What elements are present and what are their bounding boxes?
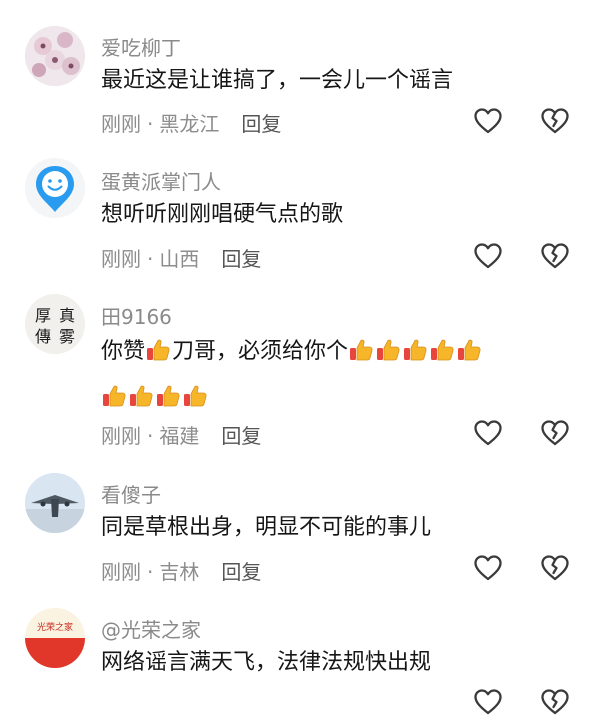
reply-button[interactable]: 回复 bbox=[221, 560, 261, 584]
reply-button[interactable]: 回复 bbox=[221, 424, 261, 448]
like-button[interactable] bbox=[473, 419, 503, 447]
heart-outline-icon bbox=[474, 243, 502, 269]
comment-text: 最近这是让谁搞了，一会儿一个谣言 bbox=[101, 68, 454, 93]
thumbs-up-emoji-icon bbox=[429, 337, 455, 363]
heart-outline-icon bbox=[474, 420, 502, 446]
user-avatar[interactable] bbox=[25, 158, 85, 218]
dislike-button[interactable] bbox=[540, 242, 570, 270]
comment-text-part: 你赞 bbox=[101, 339, 146, 364]
comment-text-part: 刀哥，必须给你个 bbox=[172, 339, 349, 364]
honor-family-avatar-icon: 光荣之家 bbox=[25, 608, 85, 668]
thumbs-up-emoji-icon bbox=[402, 337, 428, 363]
avatar-glyph: 傳 bbox=[35, 327, 51, 346]
comment-list: 爱吃柳丁 最近这是让谁搞了，一会儿一个谣言 刚刚 · 黑龙江 回复 蛋黄派掌门人 想听… bbox=[0, 0, 600, 715]
heart-outline-icon bbox=[474, 108, 502, 134]
avatar-glyph: 厚 bbox=[35, 306, 51, 325]
user-avatar[interactable]: 光荣之家 bbox=[25, 608, 85, 668]
separator-dot: · bbox=[147, 424, 154, 448]
user-avatar[interactable] bbox=[25, 26, 85, 86]
calligraphy-avatar-icon: 厚 真 傳 雾 bbox=[25, 294, 85, 354]
comment-meta: 刚刚 · 黑龙江 回复 bbox=[101, 108, 281, 137]
smiley-avatar-icon bbox=[25, 158, 85, 218]
timestamp: 刚刚 bbox=[101, 424, 141, 448]
separator-dot: · bbox=[147, 112, 154, 136]
thumbs-up-emoji-icon bbox=[155, 383, 181, 409]
comment-meta: 刚刚 · 吉林 回复 bbox=[101, 556, 261, 585]
thumbs-up-emoji-icon bbox=[375, 337, 401, 363]
broken-heart-icon bbox=[541, 243, 569, 269]
separator-dot: · bbox=[147, 560, 154, 584]
location: 黑龙江 bbox=[159, 112, 220, 136]
dislike-button[interactable] bbox=[540, 107, 570, 135]
comment-text: 想听听刚刚唱硬气点的歌 bbox=[101, 202, 344, 227]
dislike-button[interactable] bbox=[540, 419, 570, 447]
like-button[interactable] bbox=[473, 554, 503, 582]
location: 福建 bbox=[159, 424, 200, 448]
avatar-glyph: 真 bbox=[59, 306, 75, 325]
timestamp: 刚刚 bbox=[101, 560, 141, 584]
separator-dot: · bbox=[147, 247, 154, 271]
thumbs-up-emoji-icon bbox=[348, 337, 374, 363]
heart-outline-icon bbox=[474, 555, 502, 581]
like-button[interactable] bbox=[473, 107, 503, 135]
dislike-button[interactable] bbox=[540, 554, 570, 582]
dislike-button[interactable] bbox=[540, 688, 570, 716]
airplane-avatar-icon bbox=[25, 473, 85, 533]
like-button[interactable] bbox=[473, 242, 503, 270]
comment-meta: 刚刚 · 山西 回复 bbox=[101, 243, 261, 272]
location: 山西 bbox=[159, 247, 200, 271]
user-avatar[interactable]: 厚 真 傳 雾 bbox=[25, 294, 85, 354]
thumbs-up-emoji-group bbox=[348, 339, 483, 364]
thumbs-up-emoji-icon bbox=[456, 337, 482, 363]
thumbs-up-emoji-icon bbox=[182, 383, 208, 409]
flowers-avatar-icon bbox=[25, 26, 85, 86]
avatar-logo-text: 光荣之家 bbox=[37, 621, 73, 633]
avatar-glyph: 雾 bbox=[59, 327, 75, 346]
timestamp: 刚刚 bbox=[101, 112, 141, 136]
username[interactable]: 爱吃柳丁 bbox=[101, 32, 181, 61]
user-avatar[interactable] bbox=[25, 473, 85, 533]
username[interactable]: 看傻子 bbox=[101, 479, 161, 508]
comment-text: 你赞 刀哥，必须给你个 bbox=[101, 329, 571, 421]
username[interactable]: 蛋黄派掌门人 bbox=[101, 166, 221, 195]
comment-text-line-2 bbox=[101, 375, 571, 421]
heart-outline-icon bbox=[474, 689, 502, 715]
comment-text-line-1: 你赞 刀哥，必须给你个 bbox=[101, 329, 571, 375]
broken-heart-icon bbox=[541, 555, 569, 581]
reply-button[interactable]: 回复 bbox=[221, 247, 261, 271]
username[interactable]: @光荣之家 bbox=[101, 614, 201, 643]
comment-text: 网络谣言满天飞，法律法规快出规 bbox=[101, 650, 432, 675]
thumbs-up-emoji-group bbox=[101, 385, 209, 410]
location: 吉林 bbox=[159, 560, 200, 584]
comment-text: 同是草根出身，明显不可能的事儿 bbox=[101, 515, 432, 540]
broken-heart-icon bbox=[541, 108, 569, 134]
thumbs-up-emoji-icon bbox=[145, 337, 171, 363]
thumbs-up-emoji-icon bbox=[101, 383, 127, 409]
broken-heart-icon bbox=[541, 689, 569, 715]
reply-button[interactable]: 回复 bbox=[241, 112, 281, 136]
username[interactable]: 田9166 bbox=[101, 301, 172, 330]
like-button[interactable] bbox=[473, 688, 503, 716]
comment-meta: 刚刚 · 福建 回复 bbox=[101, 420, 261, 449]
thumbs-up-emoji-icon bbox=[128, 383, 154, 409]
timestamp: 刚刚 bbox=[101, 247, 141, 271]
broken-heart-icon bbox=[541, 420, 569, 446]
